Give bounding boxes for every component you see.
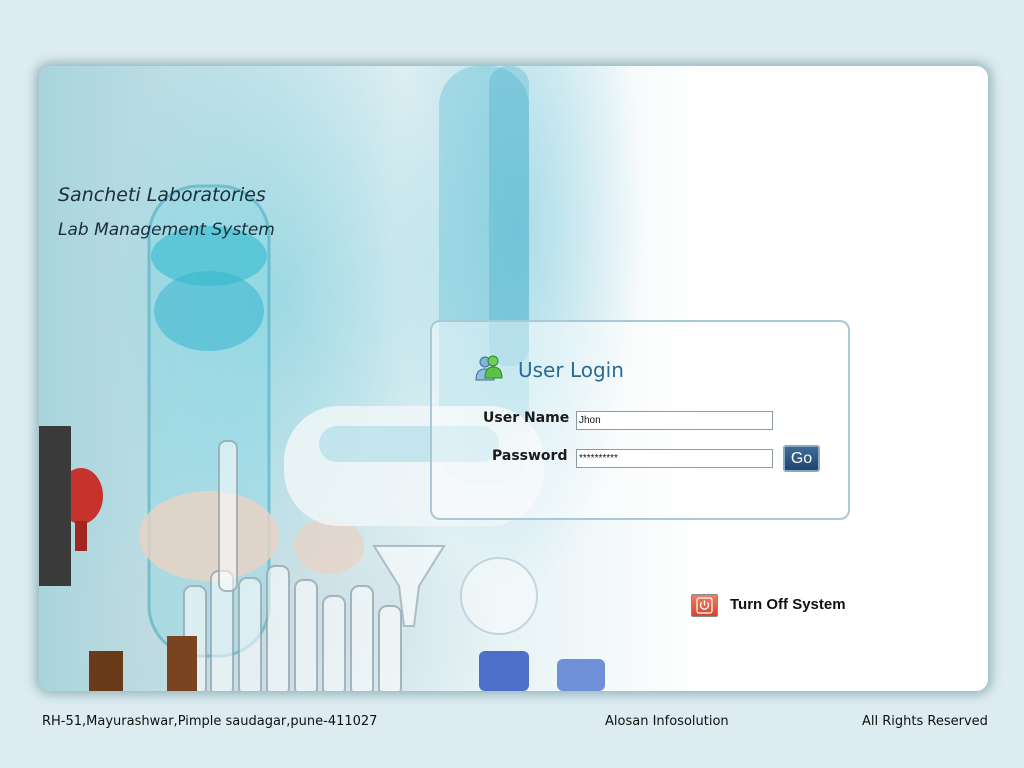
turn-off-label[interactable]: Turn Off System	[730, 596, 846, 613]
login-title: User Login	[518, 358, 624, 382]
footer-address: RH-51,Mayurashwar,Pimple saudagar,pune-4…	[42, 714, 378, 729]
footer-rights: All Rights Reserved	[862, 714, 988, 729]
power-button[interactable]	[691, 594, 718, 617]
password-input[interactable]: **********	[576, 449, 773, 468]
username-input[interactable]: Jhon	[576, 411, 773, 430]
power-icon	[696, 597, 713, 614]
password-label: Password	[492, 448, 568, 464]
footer-company: Alosan Infosolution	[605, 714, 729, 729]
company-name: Sancheti Laboratories	[58, 184, 266, 206]
username-label: User Name	[483, 410, 570, 426]
go-button[interactable]: Go	[783, 445, 820, 472]
users-icon	[475, 355, 503, 381]
system-name: Lab Management System	[58, 220, 275, 240]
